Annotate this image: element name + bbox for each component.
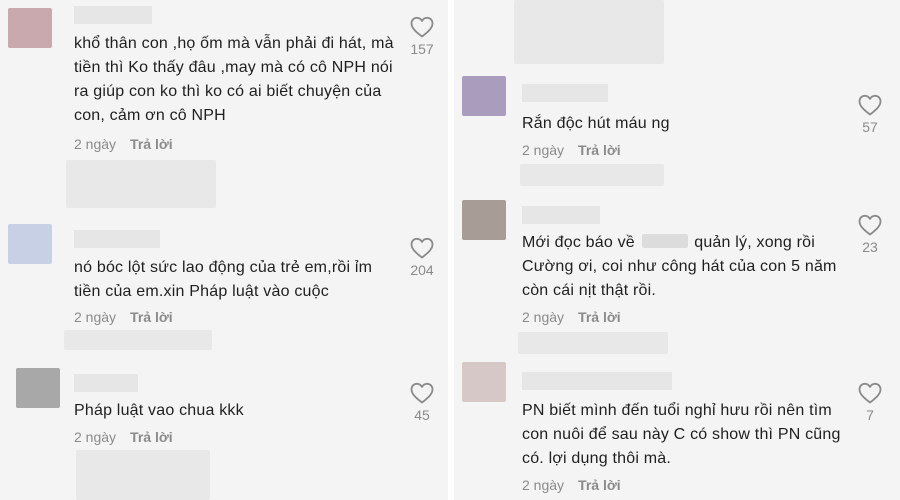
avatar[interactable] — [16, 368, 60, 408]
blurred-reply-toggle[interactable] — [518, 332, 668, 354]
comment-time: 2 ngày — [74, 309, 117, 325]
comment-text: Rắn độc hút máu ng — [522, 115, 670, 132]
like-button[interactable]: 45 — [404, 382, 440, 423]
avatar[interactable] — [462, 200, 506, 240]
comments-panel-right: Rắn độc hút máu ng 2 ngày Trả lời 57 Mới… — [454, 0, 900, 500]
like-button[interactable]: 57 — [852, 94, 888, 135]
reply-button[interactable]: Trả lời — [130, 309, 173, 325]
reply-button[interactable]: Trả lời — [578, 142, 621, 158]
heart-outline-icon — [858, 382, 882, 404]
comment-time: 2 ngày — [522, 309, 565, 325]
reply-button[interactable]: Trả lời — [578, 309, 621, 325]
username-blurred[interactable] — [74, 374, 138, 392]
heart-outline-icon — [410, 237, 434, 259]
comment-time: 2 ngày — [74, 136, 117, 152]
username-blurred[interactable] — [74, 230, 160, 248]
avatar[interactable] — [8, 224, 52, 264]
comment-meta: 2 ngày Trả lời — [522, 142, 621, 158]
redacted-name — [641, 234, 688, 248]
heart-outline-icon — [410, 382, 434, 404]
comment-meta: 2 ngày Trả lời — [74, 309, 173, 325]
avatar[interactable] — [8, 8, 52, 48]
username-blurred[interactable] — [74, 6, 152, 24]
avatar[interactable] — [462, 362, 506, 402]
comment-meta: 2 ngày Trả lời — [522, 309, 621, 325]
like-count: 204 — [410, 262, 434, 278]
like-count: 57 — [862, 119, 878, 135]
comment-text: Mới đọc báo về quản lý, xong rồi Cường ơ… — [522, 231, 842, 303]
heart-outline-icon — [858, 94, 882, 116]
comments-panel-left: khổ thân con ,họ ốm mà vẫn phải đi hát, … — [0, 0, 448, 500]
blurred-reply-toggle[interactable] — [64, 330, 212, 350]
heart-outline-icon — [410, 16, 434, 38]
reply-button[interactable]: Trả lời — [130, 136, 173, 152]
like-count: 23 — [862, 239, 878, 255]
like-count: 7 — [866, 407, 874, 423]
blurred-reply-toggle[interactable] — [520, 164, 664, 186]
comment-meta: 2 ngày Trả lời — [74, 429, 173, 445]
reply-button[interactable]: Trả lời — [130, 429, 173, 445]
like-button[interactable]: 23 — [852, 214, 888, 255]
comment-meta: 2 ngày Trả lời — [522, 477, 621, 493]
blurred-header-block — [514, 0, 664, 64]
comment-time: 2 ngày — [74, 429, 117, 445]
like-count: 157 — [410, 41, 434, 57]
comment-text: Pháp luật vao chua kkk — [74, 402, 244, 419]
like-button[interactable]: 204 — [404, 237, 440, 278]
comment-time: 2 ngày — [522, 477, 565, 493]
username-blurred[interactable] — [522, 84, 608, 102]
comment-time: 2 ngày — [522, 142, 565, 158]
like-count: 45 — [414, 407, 430, 423]
heart-outline-icon — [858, 214, 882, 236]
username-blurred[interactable] — [522, 206, 600, 224]
blurred-reply-toggle[interactable] — [66, 160, 216, 208]
avatar[interactable] — [462, 76, 506, 116]
comment-text-part: Mới đọc báo về — [522, 234, 635, 251]
comment-text: PN biết mình đến tuổi nghỉ hưu rồi nên t… — [522, 402, 841, 467]
comment-text: nó bóc lột sức lao động của trẻ em,rồi ỉ… — [74, 259, 373, 300]
like-button[interactable]: 157 — [404, 16, 440, 57]
reply-button[interactable]: Trả lời — [578, 477, 621, 493]
blurred-reply-toggle[interactable] — [76, 450, 210, 500]
like-button[interactable]: 7 — [852, 382, 888, 423]
comment-meta: 2 ngày Trả lời — [74, 136, 173, 152]
comment-text: khổ thân con ,họ ốm mà vẫn phải đi hát, … — [74, 35, 394, 124]
username-blurred[interactable] — [522, 372, 672, 390]
